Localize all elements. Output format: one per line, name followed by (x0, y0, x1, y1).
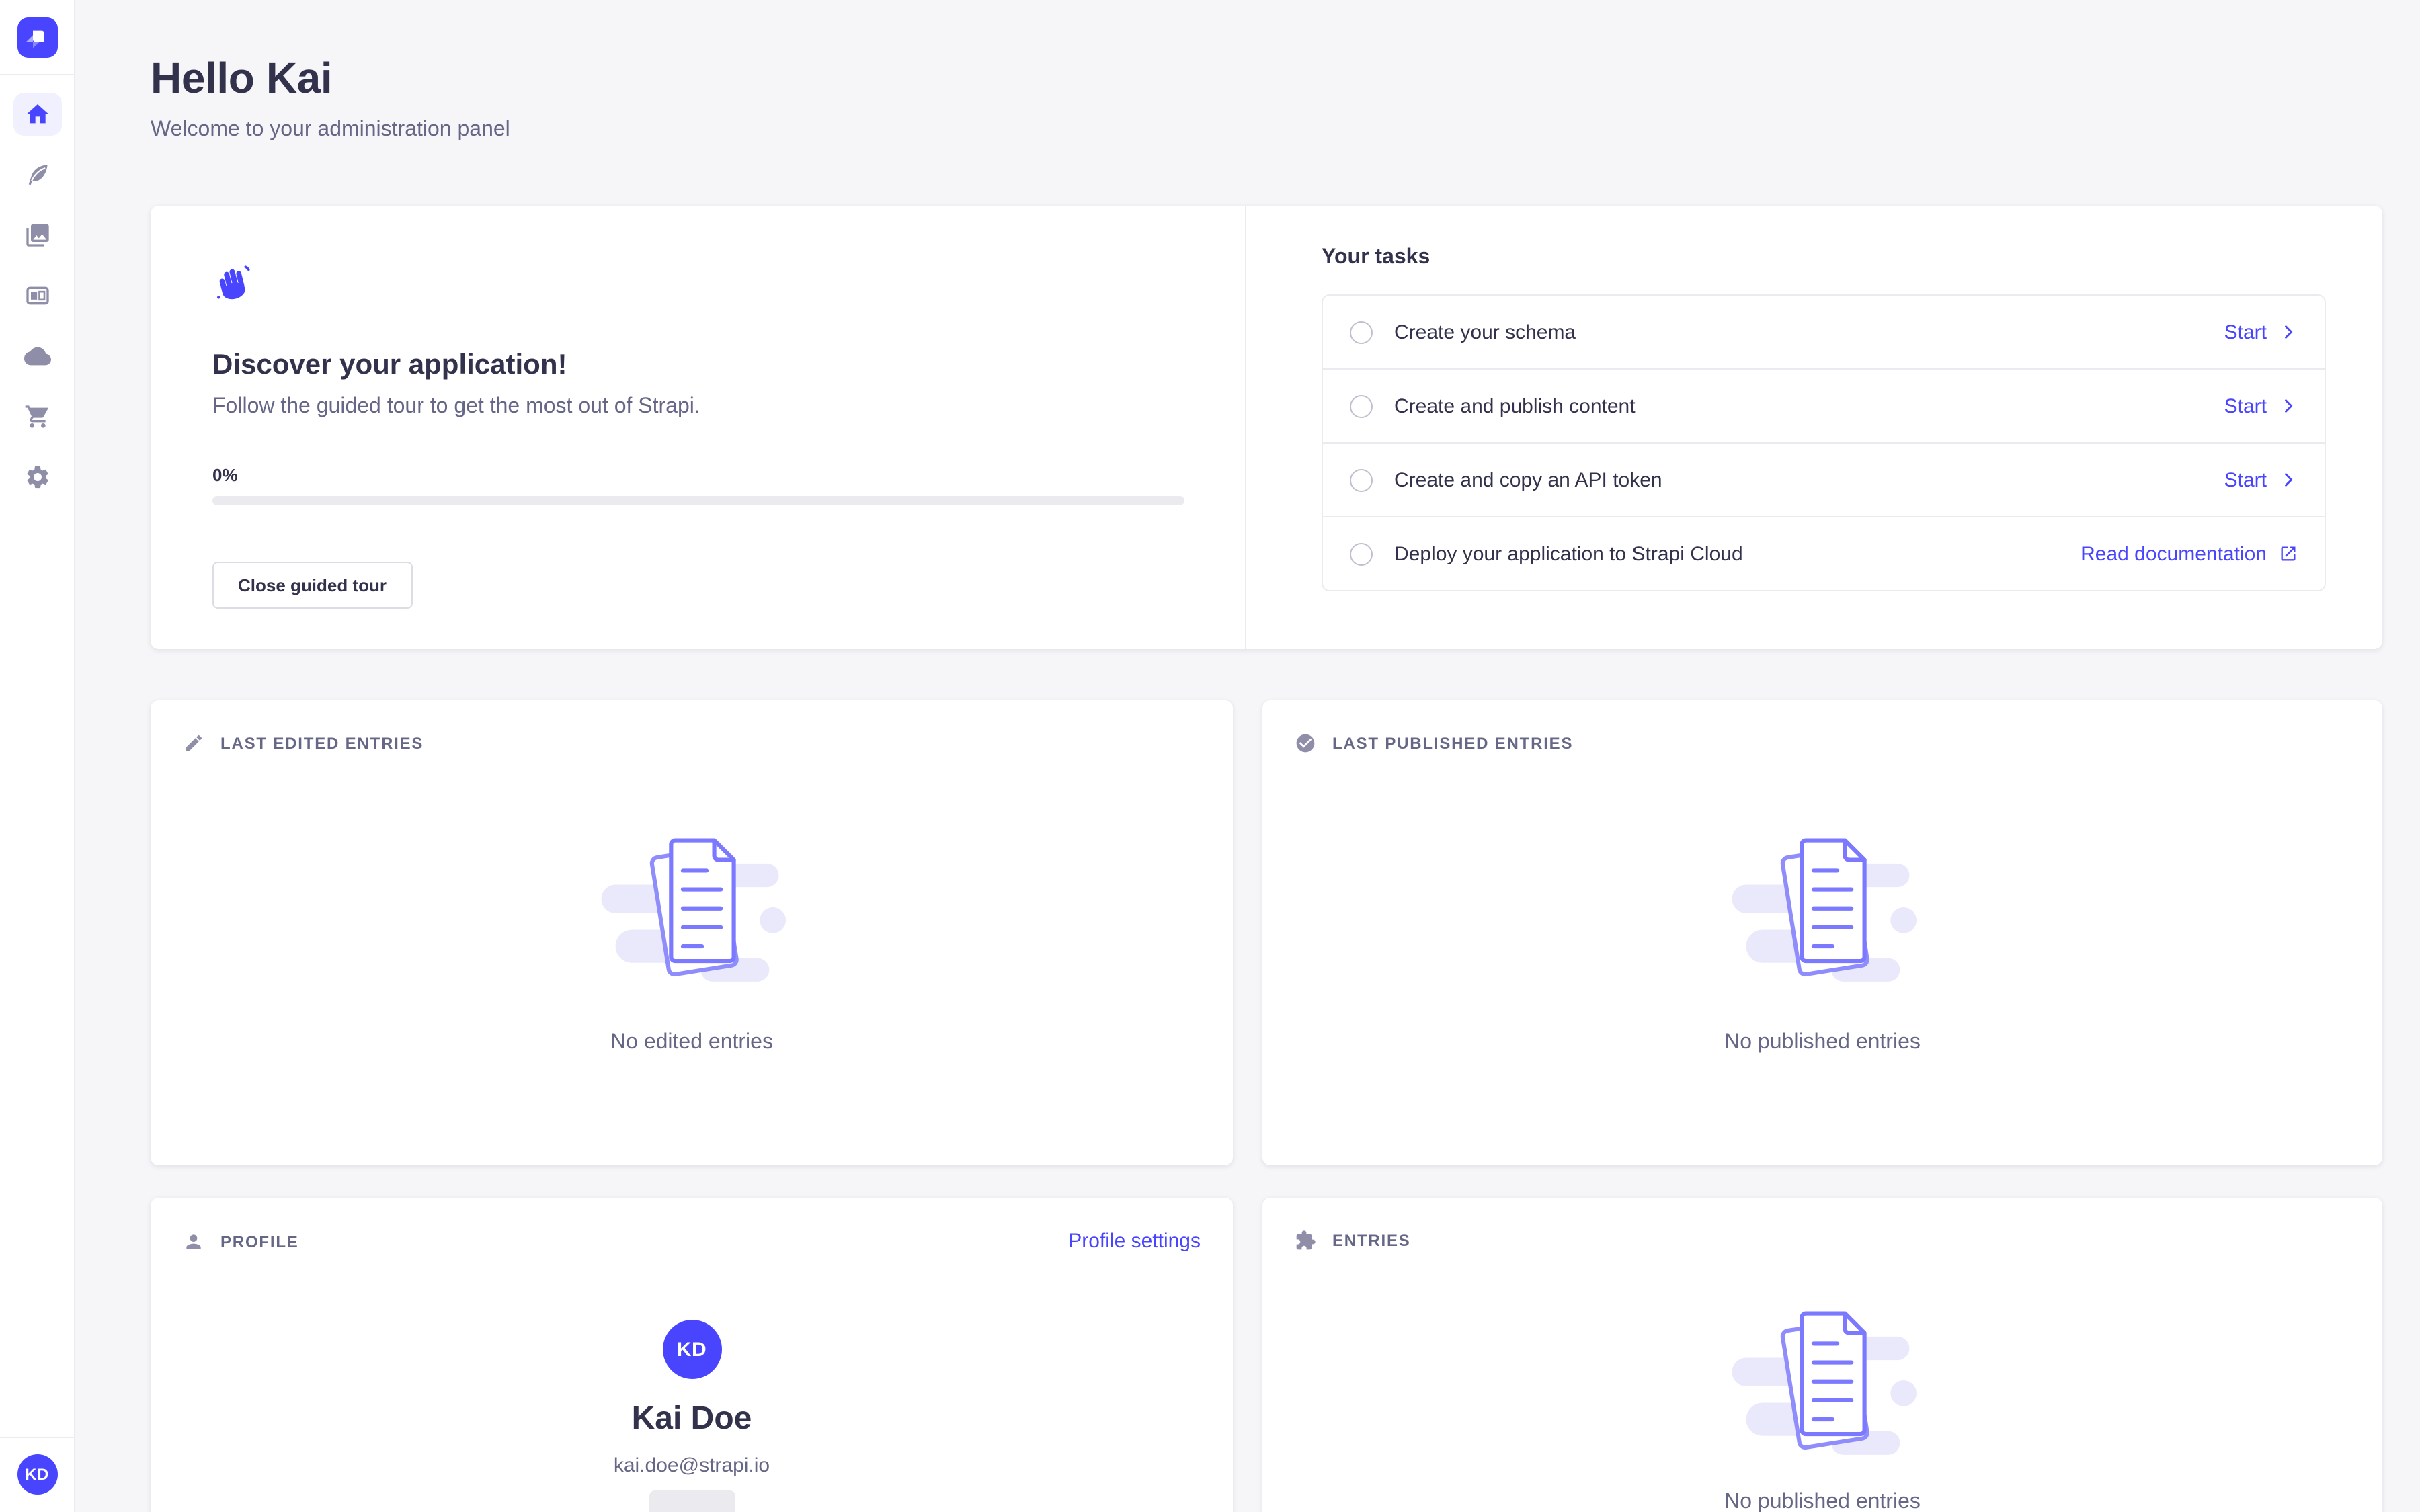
last-edited-entries-card: LAST EDITED ENTRIES (151, 700, 1233, 1165)
task-status-circle (1350, 394, 1373, 417)
feather-pen-icon (24, 161, 50, 188)
widget-label: LAST PUBLISHED ENTRIES (1332, 734, 1573, 753)
task-row: Create and copy an API token Start (1323, 444, 2325, 517)
widgets-row-2: PROFILE Profile settings KD Kai Doe kai.… (151, 1198, 2382, 1512)
tasks-pane: Your tasks Create your schema Start Crea… (1246, 206, 2382, 649)
settings-gear-icon (24, 464, 50, 491)
marketplace-cart-icon (24, 403, 50, 430)
sidebar-bottom-divider (0, 1437, 75, 1438)
task-start-link[interactable]: Start (2224, 321, 2298, 343)
sidebar-item-home[interactable] (13, 93, 61, 136)
progress-percent-label: 0% (212, 465, 1183, 485)
guided-tour-card: Discover your application! Follow the gu… (151, 206, 2382, 649)
empty-state-message: No published entries (1724, 1031, 1921, 1055)
main-content: Hello Kai Welcome to your administration… (75, 0, 2420, 1512)
chevron-right-icon (2279, 323, 2298, 341)
profile-card: PROFILE Profile settings KD Kai Doe kai.… (151, 1198, 1233, 1512)
layout-builder-icon (24, 282, 50, 309)
widget-label: ENTRIES (1332, 1231, 1411, 1250)
strapi-admin-home: KD Hello Kai Welcome to your administrat… (0, 0, 2420, 1512)
task-status-circle (1350, 468, 1373, 491)
progress-bar (212, 496, 1184, 505)
task-row: Create your schema Start (1323, 296, 2325, 370)
task-start-link[interactable]: Start (2224, 468, 2298, 491)
task-status-circle (1350, 321, 1373, 343)
person-icon (183, 1230, 204, 1252)
chevron-right-icon (2279, 396, 2298, 415)
sidebar-user-avatar[interactable]: KD (17, 1454, 57, 1495)
profile-settings-link[interactable]: Profile settings (1068, 1230, 1201, 1253)
last-published-entries-card: LAST PUBLISHED ENTRIES (1262, 700, 2382, 1165)
page-subtitle: Welcome to your administration panel (151, 117, 2382, 144)
task-row: Deploy your application to Strapi Cloud … (1323, 517, 2325, 590)
empty-documents-illustration (591, 818, 793, 996)
sidebar-item-settings[interactable] (13, 456, 61, 499)
task-label: Create and publish content (1394, 394, 1636, 417)
profile-avatar: KD (662, 1320, 721, 1379)
sidebar-item-marketplace[interactable] (13, 395, 61, 438)
page-title: Hello Kai (151, 54, 2382, 103)
check-circle-icon (1295, 732, 1316, 754)
task-read-documentation-link[interactable]: Read documentation (2081, 542, 2298, 565)
tasks-title: Your tasks (1322, 246, 2326, 270)
external-link-icon (2279, 544, 2298, 563)
task-label: Create and copy an API token (1394, 468, 1662, 491)
task-row: Create and publish content Start (1323, 370, 2325, 444)
media-library-icon (24, 222, 50, 249)
task-start-link[interactable]: Start (2224, 394, 2298, 417)
cloud-icon (24, 343, 50, 370)
task-list: Create your schema Start Create and publ… (1322, 294, 2326, 591)
profile-email: kai.doe@strapi.io (614, 1454, 770, 1477)
guided-tour-description: Follow the guided tour to get the most o… (212, 395, 1183, 419)
close-guided-tour-button[interactable]: Close guided tour (212, 562, 412, 609)
task-label: Create your schema (1394, 321, 1576, 343)
widget-label: PROFILE (220, 1232, 299, 1251)
pencil-icon (183, 732, 204, 754)
empty-state-message: No edited entries (610, 1031, 773, 1055)
puzzle-icon (1295, 1230, 1316, 1251)
strapi-logo[interactable] (17, 17, 57, 58)
sidebar-divider (0, 74, 75, 75)
sidebar-item-content-type-builder[interactable] (13, 274, 61, 317)
widgets-row-1: LAST EDITED ENTRIES (151, 700, 2382, 1165)
widget-label: LAST EDITED ENTRIES (220, 734, 424, 753)
profile-name: Kai Doe (632, 1400, 752, 1438)
empty-state-message: No published entries (1724, 1490, 1921, 1512)
empty-documents-illustration (1722, 818, 1923, 996)
home-icon (24, 101, 50, 128)
sidebar-nav (13, 93, 61, 499)
sidebar-item-strapi-cloud[interactable] (13, 335, 61, 378)
sidebar-item-media-library[interactable] (13, 214, 61, 257)
guided-tour-title: Discover your application! (212, 349, 1183, 382)
task-status-circle (1350, 542, 1373, 565)
empty-documents-illustration (1722, 1292, 1923, 1469)
chevron-right-icon (2279, 470, 2298, 489)
profile-role-badge (649, 1490, 735, 1512)
guided-tour-pane: Discover your application! Follow the gu… (151, 206, 1246, 649)
sidebar: KD (0, 0, 75, 1512)
entries-card: ENTRIES (1262, 1198, 2382, 1512)
waving-hand-icon (212, 262, 253, 302)
task-label: Deploy your application to Strapi Cloud (1394, 542, 1743, 565)
sidebar-item-content-manager[interactable] (13, 153, 61, 196)
